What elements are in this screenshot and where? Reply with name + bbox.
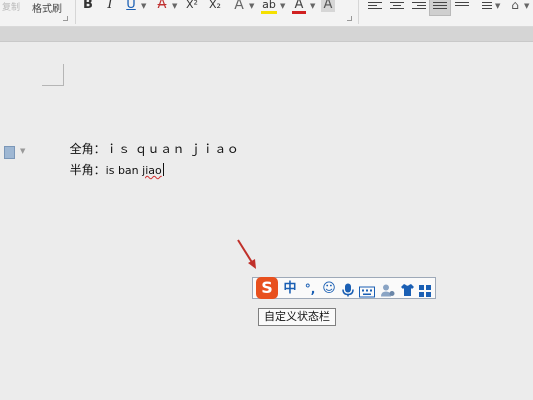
emoji-icon[interactable]: ☺ <box>321 280 337 298</box>
strikethrough-button[interactable]: A <box>155 0 169 14</box>
annotation-arrow-icon <box>237 239 256 269</box>
underline-button[interactable]: U <box>125 0 137 14</box>
document-area[interactable] <box>0 42 533 400</box>
strikethrough-dropdown-icon[interactable]: ▼ <box>172 2 177 10</box>
copy-button[interactable]: 复制 <box>2 0 20 13</box>
align-left-icon[interactable] <box>368 0 382 10</box>
toolbox-grid-icon[interactable] <box>419 282 431 300</box>
chevron-down-icon: ▼ <box>20 147 26 155</box>
character-shading-button[interactable]: A <box>321 0 335 12</box>
ime-status-bar[interactable]: S 中 °, ☺ <box>252 277 436 299</box>
page-margin-marker <box>42 64 64 86</box>
shading-dropdown-icon[interactable]: ▼ <box>524 2 529 10</box>
sogou-logo-icon[interactable]: S <box>256 277 278 299</box>
halfwidth-text: is ban <box>105 164 143 177</box>
highlight-dropdown-icon[interactable]: ▼ <box>280 2 285 10</box>
distributed-align-icon[interactable] <box>455 0 469 10</box>
underline-dropdown-icon[interactable]: ▼ <box>141 2 146 10</box>
ruler-strip <box>0 27 533 42</box>
font-group-launcher[interactable] <box>347 16 352 21</box>
punctuation-mode-button[interactable]: °, <box>302 280 318 298</box>
divider <box>75 0 76 24</box>
microphone-icon[interactable] <box>341 281 355 299</box>
clipboard-group-launcher[interactable] <box>63 16 68 21</box>
font-color-dropdown-icon[interactable]: ▼ <box>310 2 315 10</box>
ribbon-toolbar: 复制 格式刷 B I U ▼ A ▼ X² X₂ A ▼ ab ▼ A ▼ A … <box>0 0 533 27</box>
bold-button[interactable]: B <box>82 0 94 14</box>
text-effect-button[interactable]: A <box>232 0 246 14</box>
skin-shirt-icon[interactable] <box>400 281 415 299</box>
document-line-halfwidth[interactable]: 半角：is ban jiao <box>62 147 164 178</box>
highlight-button[interactable]: ab <box>261 0 277 14</box>
align-right-icon[interactable] <box>412 0 426 10</box>
customize-status-bar-tooltip: 自定义状态栏 <box>258 308 336 326</box>
divider <box>358 0 359 24</box>
font-color-button[interactable]: A <box>292 0 306 14</box>
text-effect-dropdown-icon[interactable]: ▼ <box>249 2 254 10</box>
page-icon <box>4 146 15 159</box>
align-center-icon[interactable] <box>390 0 404 10</box>
format-painter-button[interactable]: 格式刷 <box>32 0 62 15</box>
text-cursor <box>162 163 164 176</box>
subscript-button[interactable]: X₂ <box>206 0 224 14</box>
user-account-icon[interactable] <box>380 281 396 299</box>
line-spacing-dropdown-icon[interactable]: ▼ <box>495 2 500 10</box>
soft-keyboard-icon[interactable] <box>359 283 375 301</box>
justify-icon[interactable] <box>433 0 447 10</box>
shading-border-icon[interactable]: ⌂ <box>508 0 522 14</box>
misspelled-word: jiao <box>142 164 162 177</box>
superscript-button[interactable]: X² <box>183 0 201 14</box>
italic-button[interactable]: I <box>104 0 116 14</box>
line-spacing-icon[interactable] <box>478 0 492 10</box>
chinese-mode-button[interactable]: 中 <box>282 280 298 298</box>
paragraph-layout-icon[interactable]: ▼ <box>4 146 25 159</box>
line-label: 半角： <box>69 163 106 177</box>
